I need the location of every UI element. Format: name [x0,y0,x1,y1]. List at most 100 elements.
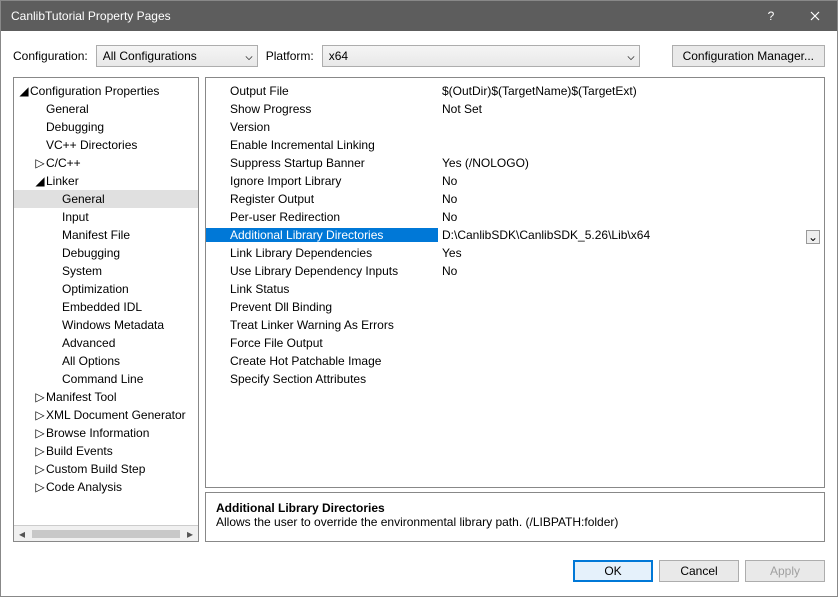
tree-item-label: All Options [62,354,126,368]
configuration-select[interactable]: All Configurations [96,45,258,67]
configuration-manager-button[interactable]: Configuration Manager... [672,45,825,67]
close-button[interactable] [793,1,837,31]
tree-item-label: Manifest File [62,228,136,242]
ok-button[interactable]: OK [573,560,653,582]
tree-item[interactable]: VC++ Directories [14,136,198,154]
property-row[interactable]: Ignore Import LibraryNo [206,172,824,190]
description-title: Additional Library Directories [216,501,814,515]
description-body: Allows the user to override the environm… [216,515,814,529]
property-row[interactable]: Per-user RedirectionNo [206,208,824,226]
right-panel: Output File$(OutDir)$(TargetName)$(Targe… [205,77,825,542]
tree-item[interactable]: ▷C/C++ [14,154,198,172]
tree-item-label: Debugging [62,246,126,260]
property-name: Link Status [206,282,438,296]
config-tree[interactable]: ◢Configuration Properties General Debuggin… [14,78,198,525]
property-name: Additional Library Directories [206,228,438,242]
tree-item-label: Optimization [62,282,135,296]
description-panel: Additional Library Directories Allows th… [205,492,825,542]
property-name: Version [206,120,438,134]
tree-item[interactable]: ▷Code Analysis [14,478,198,496]
tree-item[interactable]: Manifest File [14,226,198,244]
tree-item[interactable]: General [14,100,198,118]
property-row[interactable]: Create Hot Patchable Image [206,352,824,370]
chevron-down-icon [245,51,253,65]
titlebar: CanlibTutorial Property Pages ? [1,1,837,31]
window-title: CanlibTutorial Property Pages [11,9,749,23]
tree-item[interactable]: ◢Linker [14,172,198,190]
property-row[interactable]: Use Library Dependency InputsNo [206,262,824,280]
scroll-thumb[interactable] [32,530,180,538]
property-row[interactable]: Additional Library DirectoriesD:\CanlibS… [206,226,824,244]
tree-item[interactable]: All Options [14,352,198,370]
platform-label: Platform: [266,49,314,63]
property-grid[interactable]: Output File$(OutDir)$(TargetName)$(Targe… [205,77,825,488]
configuration-bar: Configuration: All Configurations Platfo… [1,31,837,77]
property-value[interactable]: D:\CanlibSDK\CanlibSDK_5.26\Lib\x64⌄ [438,228,824,242]
property-name: Show Progress [206,102,438,116]
tree-item[interactable]: Optimization [14,280,198,298]
property-name: Use Library Dependency Inputs [206,264,438,278]
property-row[interactable]: Force File Output [206,334,824,352]
property-row[interactable]: Prevent Dll Binding [206,298,824,316]
property-row[interactable]: Register OutputNo [206,190,824,208]
property-row[interactable]: Version [206,118,824,136]
platform-select[interactable]: x64 [322,45,640,67]
tree-item[interactable]: ▷XML Document Generator [14,406,198,424]
property-row[interactable]: Link Library DependenciesYes [206,244,824,262]
tree-item-label: Browse Information [46,426,155,440]
property-value[interactable]: No [438,192,824,206]
tree-item[interactable]: Embedded IDL [14,298,198,316]
tree-item[interactable]: ▷Custom Build Step [14,460,198,478]
property-row[interactable]: Output File$(OutDir)$(TargetName)$(Targe… [206,82,824,100]
property-name: Register Output [206,192,438,206]
property-row[interactable]: Show ProgressNot Set [206,100,824,118]
tree-item[interactable]: System [14,262,198,280]
tree-item-label: XML Document Generator [46,408,192,422]
tree-item[interactable]: Windows Metadata [14,316,198,334]
tree-item[interactable]: General [14,190,198,208]
tree-item[interactable]: Debugging [14,244,198,262]
property-row[interactable]: Specify Section Attributes [206,370,824,388]
property-value[interactable]: No [438,264,824,278]
tree-item[interactable]: Input [14,208,198,226]
property-value[interactable]: Not Set [438,102,824,116]
apply-button[interactable]: Apply [745,560,825,582]
property-value[interactable]: No [438,210,824,224]
expand-icon: ▷ [34,408,46,422]
tree-item-label: General [46,102,95,116]
dropdown-icon[interactable]: ⌄ [806,230,820,244]
tree-item[interactable]: Command Line [14,370,198,388]
tree-item[interactable]: ▷Browse Information [14,424,198,442]
tree-root[interactable]: ◢Configuration Properties [14,82,198,100]
property-row[interactable]: Enable Incremental Linking [206,136,824,154]
cancel-button[interactable]: Cancel [659,560,739,582]
property-name: Treat Linker Warning As Errors [206,318,438,332]
scroll-left-icon[interactable]: ◂ [14,527,30,541]
property-value[interactable]: Yes (/NOLOGO) [438,156,824,170]
tree-item[interactable]: Advanced [14,334,198,352]
property-row[interactable]: Suppress Startup BannerYes (/NOLOGO) [206,154,824,172]
tree-item-label: Debugging [46,120,110,134]
horizontal-scrollbar[interactable]: ◂ ▸ [14,525,198,541]
tree-item-label: Custom Build Step [46,462,151,476]
tree-panel: ◢Configuration Properties General Debuggin… [13,77,199,542]
tree-item[interactable]: ▷Manifest Tool [14,388,198,406]
tree-item-label: Linker [46,174,85,188]
tree-item-label: Command Line [62,372,149,386]
configuration-value: All Configurations [103,49,197,63]
property-value[interactable]: Yes [438,246,824,260]
property-row[interactable]: Link Status [206,280,824,298]
tree-item[interactable]: Debugging [14,118,198,136]
property-value[interactable]: No [438,174,824,188]
property-value[interactable]: $(OutDir)$(TargetName)$(TargetExt) [438,84,824,98]
tree-item-label: System [62,264,108,278]
property-name: Force File Output [206,336,438,350]
tree-item[interactable]: ▷Build Events [14,442,198,460]
scroll-right-icon[interactable]: ▸ [182,527,198,541]
tree-item-label: General [62,192,111,206]
help-button[interactable]: ? [749,1,793,31]
close-icon [810,11,820,21]
expand-icon: ▷ [34,426,46,440]
property-row[interactable]: Treat Linker Warning As Errors [206,316,824,334]
expand-icon: ▷ [34,444,46,458]
